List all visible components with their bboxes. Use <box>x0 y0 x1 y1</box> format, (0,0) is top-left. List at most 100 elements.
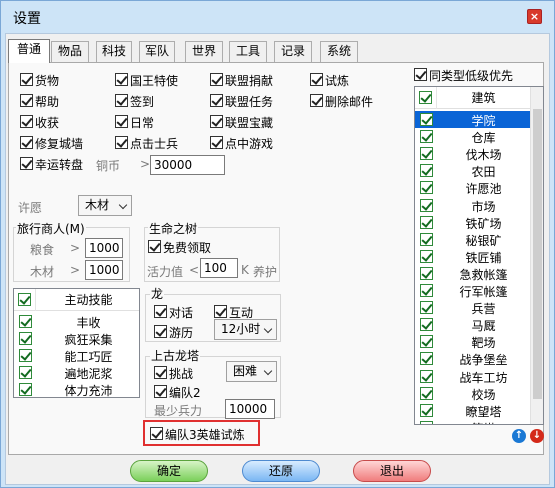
checkbox-free-claim[interactable] <box>148 240 161 253</box>
building-checkbox[interactable] <box>420 318 433 332</box>
building-checkbox[interactable] <box>420 147 433 161</box>
energy-operator: < <box>189 263 200 277</box>
checkbox-repair-wall[interactable] <box>20 136 33 149</box>
list-item[interactable]: 遍地泥浆 <box>14 364 139 381</box>
difficulty-select[interactable]: 困难 <box>226 361 277 382</box>
list-item[interactable]: 马厩 <box>415 316 530 333</box>
list-item[interactable]: 瞭望塔 <box>415 402 530 419</box>
list-item[interactable]: 体力充沛 <box>14 381 139 398</box>
list-item[interactable]: 急救帐篷 <box>415 265 530 282</box>
building-label: 伐木场 <box>465 148 502 163</box>
checkbox-same-type-priority[interactable] <box>414 68 427 81</box>
roam-duration-select[interactable]: 12小时 <box>214 319 277 340</box>
copper-input[interactable]: 30000 <box>150 155 225 175</box>
skill-checkbox[interactable] <box>19 366 32 379</box>
building-checkbox[interactable] <box>420 164 433 178</box>
checkbox-alliance-donate[interactable] <box>210 73 223 86</box>
building-checkbox[interactable] <box>420 420 433 424</box>
building-checkbox[interactable] <box>420 130 433 144</box>
list-item[interactable]: 能工巧匠 <box>14 347 139 364</box>
checkbox-click-soldier[interactable] <box>115 136 128 149</box>
building-checkbox[interactable] <box>420 403 433 417</box>
checkbox-delete-mail[interactable] <box>310 94 323 107</box>
move-up-icon[interactable]: ↑ <box>512 429 526 443</box>
scrollbar-thumb[interactable] <box>533 109 542 399</box>
checkbox-lucky-wheel[interactable] <box>20 157 33 170</box>
list-item[interactable]: 兵营 <box>415 299 530 316</box>
skill-checkbox[interactable] <box>19 383 32 396</box>
exit-button[interactable]: 退出 <box>353 460 431 482</box>
wish-select[interactable]: 木材 <box>78 195 132 216</box>
min-troops-input[interactable]: 10000 <box>225 399 275 419</box>
building-checkbox[interactable] <box>420 113 433 126</box>
food-input[interactable]: 1000 <box>85 238 123 258</box>
ok-button[interactable]: 确定 <box>130 460 208 482</box>
list-item[interactable]: 战车工坊 <box>415 368 530 385</box>
building-checkbox[interactable] <box>420 249 433 263</box>
checkbox-roam[interactable] <box>154 325 167 338</box>
list-item[interactable]: 校场 <box>415 385 530 402</box>
skill-label: 体力充沛 <box>64 384 113 398</box>
list-item[interactable]: 箭塔 <box>415 419 530 424</box>
label-talk: 对话 <box>169 306 194 320</box>
checkbox-hero-trial[interactable] <box>150 427 163 440</box>
list-item[interactable]: 秘银矿 <box>415 231 530 248</box>
checkbox-talk[interactable] <box>154 305 167 318</box>
building-checkbox[interactable] <box>420 198 433 212</box>
label-lucky-wheel: 幸运转盘 <box>35 158 84 172</box>
skill-checkbox[interactable] <box>19 349 32 362</box>
restore-button[interactable]: 还原 <box>242 460 320 482</box>
building-checkbox[interactable] <box>420 284 433 297</box>
building-checkbox[interactable] <box>420 266 433 280</box>
building-checkbox[interactable] <box>420 335 433 349</box>
building-checkbox[interactable] <box>420 215 433 229</box>
checkbox-king-envoy[interactable] <box>115 73 128 86</box>
list-item[interactable]: 战争堡垒 <box>415 350 530 367</box>
building-label: 瞭望塔 <box>465 404 502 419</box>
checkbox-daily[interactable] <box>115 115 128 128</box>
list-item[interactable]: 靶场 <box>415 333 530 350</box>
checkbox-help[interactable] <box>20 94 33 107</box>
buildings-select-all-checkbox[interactable] <box>419 91 432 104</box>
list-item[interactable]: 学院 <box>415 111 530 128</box>
building-checkbox[interactable] <box>420 181 433 195</box>
list-item[interactable]: 铁匠铺 <box>415 248 530 265</box>
list-item[interactable]: 行军帐篷 <box>415 282 530 299</box>
building-checkbox[interactable] <box>420 352 433 366</box>
checkbox-alliance-treasure[interactable] <box>210 115 223 128</box>
checkbox-interact[interactable] <box>214 305 227 318</box>
list-item[interactable]: 许愿池 <box>415 179 530 196</box>
list-item[interactable]: 丰收 <box>14 313 139 330</box>
label-copper: 铜币 <box>96 159 121 173</box>
list-item[interactable]: 伐木场 <box>415 145 530 162</box>
checkbox-click-game[interactable] <box>210 136 223 149</box>
list-item[interactable]: 疯狂采集 <box>14 330 139 347</box>
move-down-icon[interactable]: ↓ <box>530 429 544 443</box>
checkbox-harvest[interactable] <box>20 115 33 128</box>
skill-checkbox[interactable] <box>19 332 32 345</box>
building-checkbox[interactable] <box>420 369 433 383</box>
wood-input[interactable]: 1000 <box>85 260 123 280</box>
buildings-scrollbar[interactable] <box>530 87 543 424</box>
building-checkbox[interactable] <box>420 232 433 246</box>
list-item[interactable]: 仓库 <box>415 128 530 145</box>
checkbox-team2[interactable] <box>154 385 167 398</box>
checkbox-challenge[interactable] <box>154 366 167 379</box>
label-click-game: 点中游戏 <box>225 137 274 151</box>
skills-select-all-checkbox[interactable] <box>18 293 31 306</box>
list-item[interactable]: 市场 <box>415 197 530 214</box>
checkbox-sign-in[interactable] <box>115 94 128 107</box>
building-label: 农田 <box>471 165 496 180</box>
building-checkbox[interactable] <box>420 386 433 400</box>
checkbox-alliance-task[interactable] <box>210 94 223 107</box>
label-alliance-treasure: 联盟宝藏 <box>225 116 274 130</box>
list-item[interactable]: 农田 <box>415 162 530 179</box>
label-cargo: 货物 <box>35 74 60 88</box>
building-checkbox[interactable] <box>420 301 433 315</box>
building-label: 战车工坊 <box>459 370 508 385</box>
checkbox-trial[interactable] <box>310 73 323 86</box>
skill-checkbox[interactable] <box>19 315 32 328</box>
checkbox-cargo[interactable] <box>20 73 33 86</box>
energy-input[interactable]: 100 <box>200 258 238 278</box>
list-item[interactable]: 铁矿场 <box>415 214 530 231</box>
